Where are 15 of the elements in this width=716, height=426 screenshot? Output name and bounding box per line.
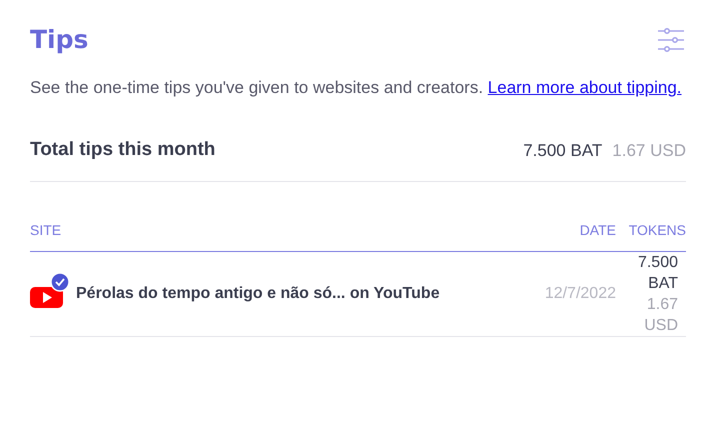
learn-more-link[interactable]: Learn more about tipping. [488, 78, 682, 97]
column-header: SITE [30, 220, 530, 251]
tip-date: 12/7/2022 [544, 284, 616, 302]
bat-amount: 7.500 BAT [523, 140, 602, 162]
usd-amount: 1.67 USD [643, 294, 678, 336]
usd-amount: 1.67 USD [612, 140, 686, 162]
column-header: TOKENS [616, 220, 686, 251]
page-title: Tips [30, 24, 88, 56]
description: See the one-time tips you've given to websites and creators. Learn more about tipping. [30, 77, 683, 99]
play-icon [30, 286, 63, 308]
bat-amount: 7.500 BAT [636, 252, 678, 294]
summary-label: Total tips this month [30, 138, 216, 162]
column-header: DATE [529, 220, 616, 251]
settings-icon[interactable] [658, 28, 684, 52]
site-name[interactable]: Pérolas do tempo antigo e não só... on YouTube [76, 282, 440, 306]
